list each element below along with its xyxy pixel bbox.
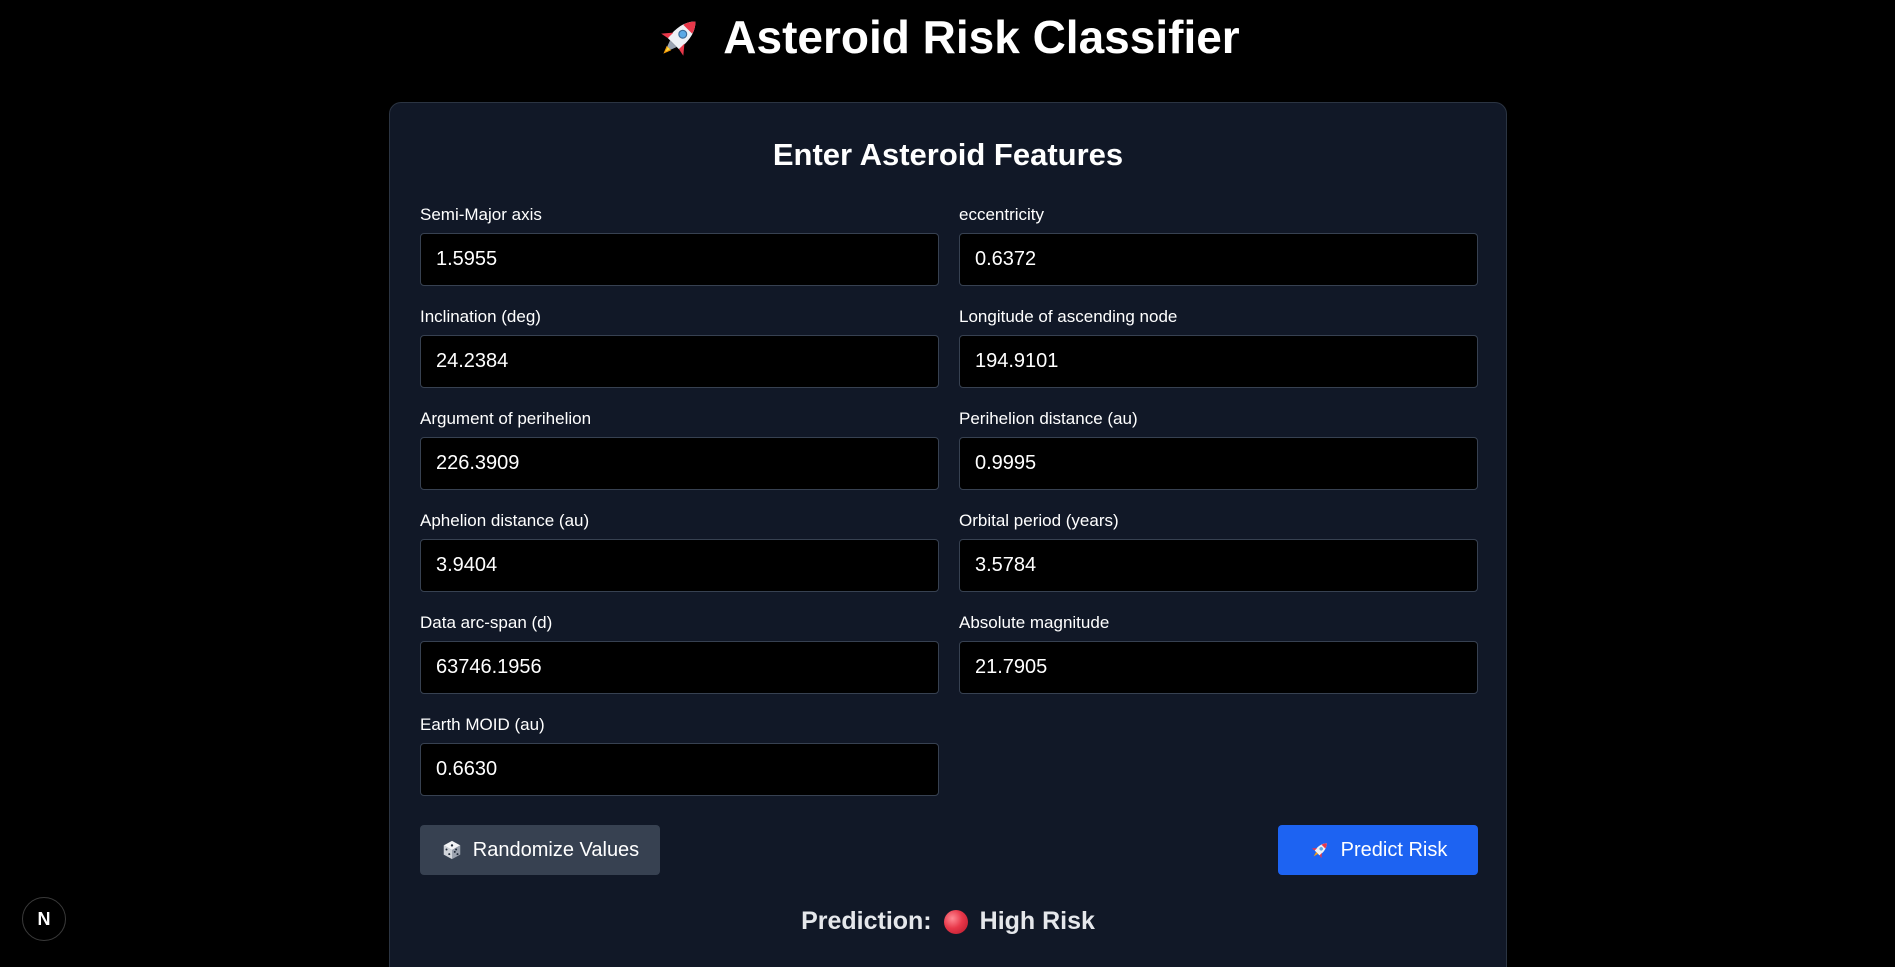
longitude-ascending-node-input[interactable] [959,335,1478,388]
field-label: Orbital period (years) [959,511,1119,530]
field-label: Absolute magnitude [959,613,1110,632]
rocket-icon [661,21,696,56]
field-label: eccentricity [959,205,1045,224]
data-arc-span-input[interactable] [420,641,939,694]
dev-tools-badge[interactable]: N [22,897,66,941]
inclination-input[interactable] [420,335,939,388]
field-earth-moid: Earth MOID (au) [420,715,939,796]
field-label: Semi-Major axis [420,205,542,224]
field-perihelion-distance: Perihelion distance (au) [959,409,1478,490]
dev-tools-badge-letter: N [37,908,51,929]
page-title: Asteroid Risk Classifier [0,12,1895,62]
aphelion-distance-input[interactable] [420,539,939,592]
field-aphelion-distance: Aphelion distance (au) [420,511,939,592]
eccentricity-input[interactable] [959,233,1478,286]
field-label: Aphelion distance (au) [420,511,590,530]
page-title-text: Asteroid Risk Classifier [723,11,1240,63]
field-label: Perihelion distance (au) [959,409,1138,428]
prediction-value: High Risk [979,907,1095,935]
field-label: Longitude of ascending node [959,307,1178,326]
prediction-label: Prediction: [801,907,932,935]
field-argument-perihelion: Argument of perihelion [420,409,939,490]
prediction-result: Prediction: High Risk [390,907,1506,936]
field-label: Argument of perihelion [420,409,592,428]
app-page: Asteroid Risk Classifier Enter Asteroid … [0,0,1895,967]
field-semi-major-axis: Semi-Major axis [420,205,939,286]
field-orbital-period: Orbital period (years) [959,511,1478,592]
red-circle-icon [943,909,968,934]
field-absolute-magnitude: Absolute magnitude [959,613,1478,694]
randomize-values-label: Randomize Values [472,838,640,861]
dice-icon [443,840,461,860]
absolute-magnitude-input[interactable] [959,641,1478,694]
perihelion-distance-input[interactable] [959,437,1478,490]
rocket-icon [1311,843,1327,859]
orbital-period-input[interactable] [959,539,1478,592]
features-grid: Semi-Major axis eccentricity Inclination… [420,205,1478,796]
field-label: Data arc-span (d) [420,613,553,632]
field-inclination: Inclination (deg) [420,307,939,388]
earth-moid-input[interactable] [420,743,939,796]
semi-major-axis-input[interactable] [420,233,939,286]
field-data-arc-span: Data arc-span (d) [420,613,939,694]
features-card: Enter Asteroid Features Semi-Major axis … [389,102,1507,967]
predict-risk-button[interactable]: Predict Risk [1278,825,1478,875]
field-eccentricity: eccentricity [959,205,1478,286]
predict-risk-label: Predict Risk [1340,838,1448,861]
field-longitude-ascending-node: Longitude of ascending node [959,307,1478,388]
field-label: Earth MOID (au) [420,715,545,734]
randomize-values-button[interactable]: Randomize Values [420,825,660,875]
field-label: Inclination (deg) [420,307,541,326]
form-heading: Enter Asteroid Features [772,137,1124,172]
argument-perihelion-input[interactable] [420,437,939,490]
